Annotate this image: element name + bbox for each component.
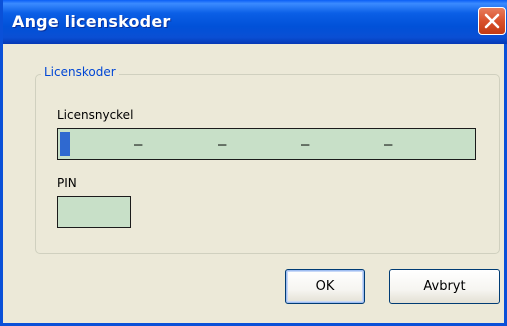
key-separator-1: – — [134, 137, 143, 153]
title-bar[interactable]: Ange licenskoder — [3, 0, 507, 44]
close-icon — [484, 13, 500, 29]
dialog-window: Ange licenskoder Licenskoder Licensnycke… — [0, 0, 507, 326]
license-key-label: Licensnyckel — [57, 108, 134, 122]
license-key-input[interactable]: – – – – — [57, 128, 476, 160]
key-separator-4: – — [384, 137, 393, 153]
pin-label: PIN — [57, 176, 77, 190]
pin-input[interactable] — [57, 196, 131, 228]
key-separator-2: – — [218, 137, 227, 153]
ok-button[interactable]: OK — [285, 269, 365, 304]
dialog-title: Ange licenskoder — [12, 12, 171, 31]
text-caret — [60, 132, 70, 156]
key-separator-3: – — [301, 137, 310, 153]
cancel-button[interactable]: Avbryt — [389, 269, 500, 304]
close-button[interactable] — [478, 7, 506, 35]
groupbox-label: Licenskoder — [41, 65, 119, 79]
